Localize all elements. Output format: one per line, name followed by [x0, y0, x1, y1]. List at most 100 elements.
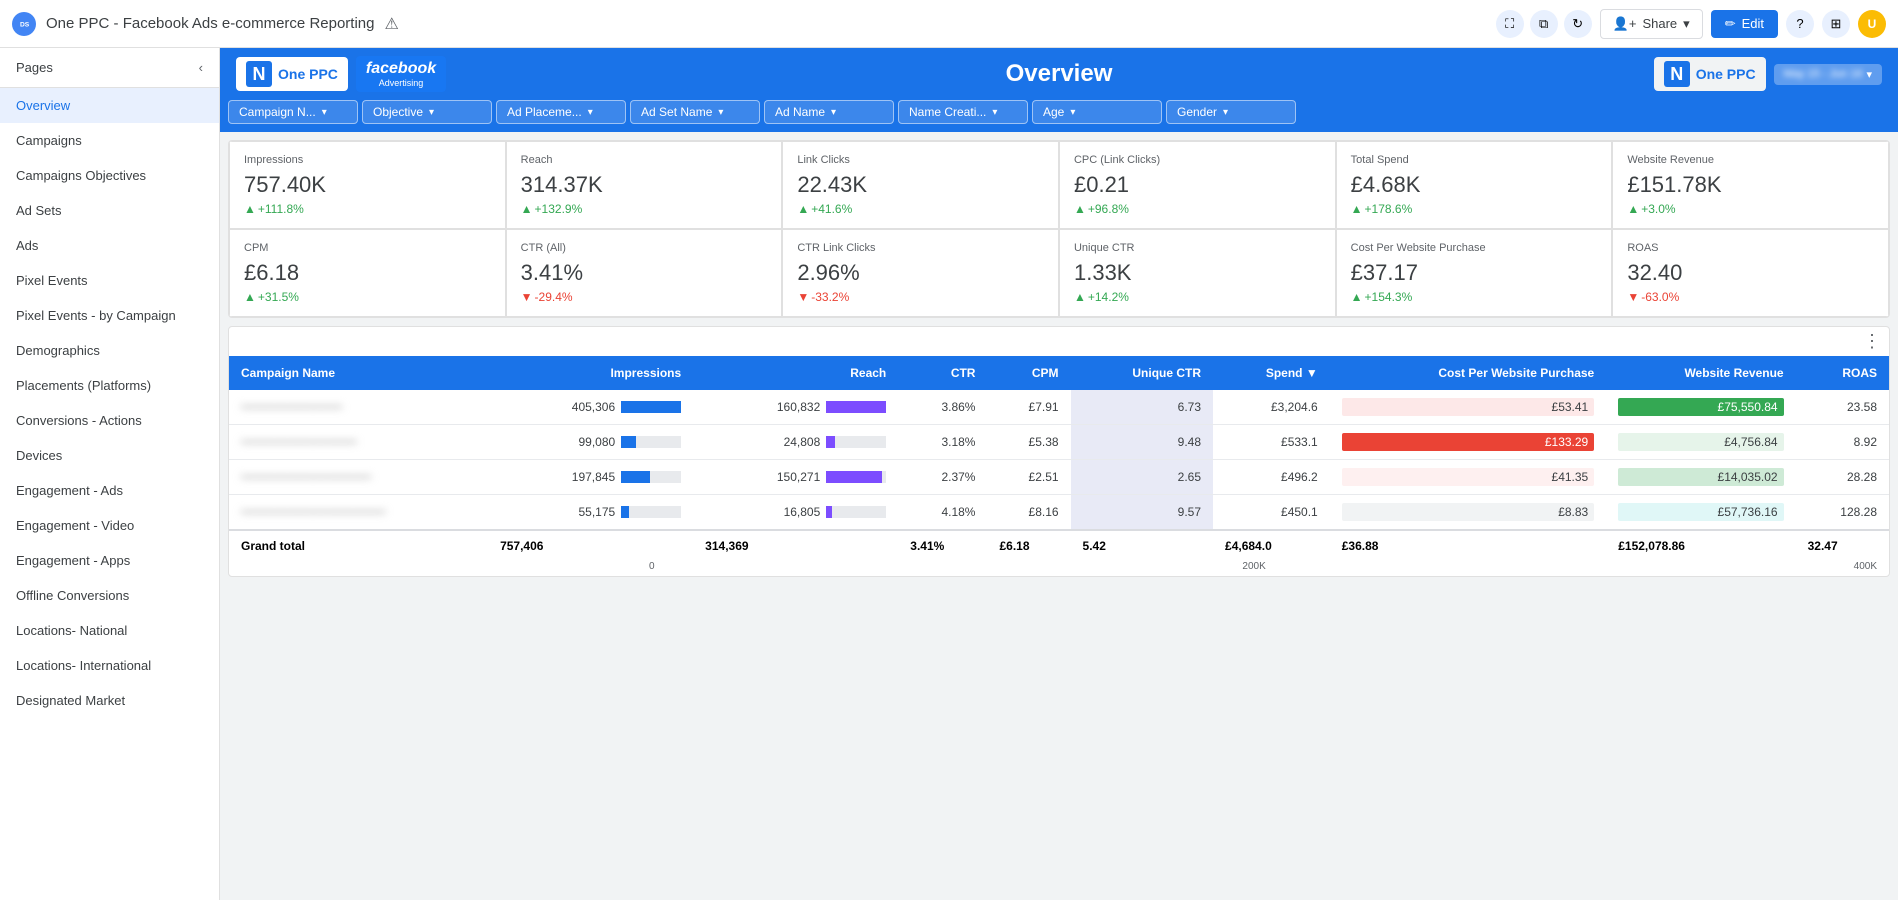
sidebar-item-overview[interactable]: Overview [0, 88, 219, 123]
revenue-cell: £4,756.84 [1606, 425, 1795, 460]
pages-label: Pages [16, 60, 53, 75]
creative-filter[interactable]: Name Creati...▾ [898, 100, 1028, 124]
table-menu-icon[interactable]: ⋮ [1863, 331, 1881, 352]
kpi-label: CPM [244, 242, 491, 254]
impressions-value: 405,306 [572, 400, 615, 414]
th-impressions: Impressions [488, 356, 693, 390]
kpi-arrow: ▼ [521, 290, 533, 304]
kpi-label: Website Revenue [1627, 154, 1874, 166]
kpi-card-roas: ROAS 32.40 ▼ -63.0% [1612, 229, 1889, 317]
sidebar-item-pixel-events---by-campaign[interactable]: Pixel Events - by Campaign [0, 298, 219, 333]
reach-value: 16,805 [784, 505, 821, 519]
cost-value: £53.41 [1342, 398, 1595, 416]
kpi-change: ▲ +14.2% [1074, 290, 1321, 304]
gender-filter[interactable]: Gender▾ [1166, 100, 1296, 124]
kpi-value: 314.37K [521, 172, 768, 198]
grid-icon[interactable]: ⊞ [1822, 10, 1850, 38]
reach-bar-fill [826, 436, 835, 448]
sidebar-item-placements-platforms[interactable]: Placements (Platforms) [0, 368, 219, 403]
reach-bar [826, 506, 886, 518]
sidebar-item-locations--international[interactable]: Locations- International [0, 648, 219, 683]
ctr-cell: 3.18% [898, 425, 987, 460]
kpi-value: 2.96% [797, 260, 1044, 286]
sidebar-item-campaigns-objectives[interactable]: Campaigns Objectives [0, 158, 219, 193]
kpi-change-text: +3.0% [1641, 202, 1675, 216]
cost-cell: £41.35 [1330, 460, 1607, 495]
impressions-cell: 197,845 [488, 460, 693, 495]
kpi-value: 32.40 [1627, 260, 1874, 286]
filter-arrow: ▾ [1223, 107, 1228, 118]
spend-cell: £450.1 [1213, 495, 1330, 531]
sidebar-item-demographics[interactable]: Demographics [0, 333, 219, 368]
share-button[interactable]: 👤+ Share ▾ [1600, 9, 1703, 39]
filter-label: Objective [373, 105, 423, 119]
impressions-cell: 405,306 [488, 390, 693, 425]
kpi-card-cpm: CPM £6.18 ▲ +31.5% [229, 229, 506, 317]
sidebar-item-campaigns[interactable]: Campaigns [0, 123, 219, 158]
filter-label: Ad Set Name [641, 105, 712, 119]
kpi-change: ▼ -33.2% [797, 290, 1044, 304]
kpi-arrow: ▲ [1627, 202, 1639, 216]
sidebar-item-pixel-events[interactable]: Pixel Events [0, 263, 219, 298]
copy-icon[interactable]: ⧉ [1530, 10, 1558, 38]
kpi-change: ▲ +31.5% [244, 290, 491, 304]
grand-total-spend: £4,684.0 [1213, 530, 1330, 561]
date-blurred: May 15 - Jun 16 [1784, 68, 1863, 80]
placement-filter[interactable]: Ad Placeme...▾ [496, 100, 626, 124]
th-unique-ctr: Unique CTR [1071, 356, 1213, 390]
kpi-card-impressions: Impressions 757.40K ▲ +111.8% [229, 141, 506, 229]
grand-total-ctr: 3.41% [898, 530, 987, 561]
help-icon[interactable]: ? [1786, 10, 1814, 38]
impressions-bar-fill [621, 436, 635, 448]
impressions-bar-fill [621, 506, 629, 518]
roas-cell: 128.28 [1796, 495, 1889, 531]
kpi-change-text: +154.3% [1365, 290, 1413, 304]
impressions-bar-fill [621, 401, 681, 413]
sidebar-item-designated-market[interactable]: Designated Market [0, 683, 219, 718]
refresh-icon[interactable]: ↻ [1564, 10, 1592, 38]
share-icon: 👤+ [1613, 16, 1637, 32]
reach-value: 160,832 [777, 400, 820, 414]
kpi-label: Unique CTR [1074, 242, 1321, 254]
sidebar-item-engagement---video[interactable]: Engagement - Video [0, 508, 219, 543]
sidebar-item-devices[interactable]: Devices [0, 438, 219, 473]
date-range-button[interactable]: May 15 - Jun 16 ▾ [1774, 64, 1882, 85]
filter-bar: Campaign N...▾Objective▾Ad Placeme...▾Ad… [220, 100, 1898, 132]
kpi-change: ▲ +111.8% [244, 202, 491, 216]
sidebar-collapse-icon[interactable]: ‹ [199, 60, 203, 75]
grand-total-revenue: £152,078.86 [1606, 530, 1795, 561]
table-row: ━━━━━━━━━━━━━━━━━━ 197,845 150,271 2.37%… [229, 460, 1889, 495]
sidebar-item-offline-conversions[interactable]: Offline Conversions [0, 578, 219, 613]
avatar[interactable]: U [1858, 10, 1886, 38]
adset-filter[interactable]: Ad Set Name▾ [630, 100, 760, 124]
objective-filter[interactable]: Objective▾ [362, 100, 492, 124]
kpi-label: ROAS [1627, 242, 1874, 254]
kpi-value: 757.40K [244, 172, 491, 198]
impressions-cell: 55,175 [488, 495, 693, 531]
campaign-filter[interactable]: Campaign N...▾ [228, 100, 358, 124]
sidebar-item-ads[interactable]: Ads [0, 228, 219, 263]
table-options: ⋮ [229, 327, 1889, 356]
th-ctr: CTR [898, 356, 987, 390]
sidebar-item-locations--national[interactable]: Locations- National [0, 613, 219, 648]
filter-label: Name Creati... [909, 105, 986, 119]
kpi-arrow: ▼ [797, 290, 809, 304]
kpi-change: ▲ +132.9% [521, 202, 768, 216]
kpi-label: CTR Link Clicks [797, 242, 1044, 254]
age-filter[interactable]: Age▾ [1032, 100, 1162, 124]
axis-labels: 0 200K 400K [229, 561, 1889, 576]
svg-text:DS: DS [20, 21, 30, 28]
sidebar-item-engagement---apps[interactable]: Engagement - Apps [0, 543, 219, 578]
adname-filter[interactable]: Ad Name▾ [764, 100, 894, 124]
impressions-bar [621, 436, 681, 448]
edit-button[interactable]: ✏ Edit [1711, 10, 1778, 38]
unique-ctr-cell: 2.65 [1071, 460, 1213, 495]
sidebar-item-ad-sets[interactable]: Ad Sets [0, 193, 219, 228]
filter-arrow: ▾ [322, 107, 327, 118]
cost-cell: £8.83 [1330, 495, 1607, 531]
grand-total-cost: £36.88 [1330, 530, 1607, 561]
sidebar-item-engagement---ads[interactable]: Engagement - Ads [0, 473, 219, 508]
sidebar-item-conversions---actions[interactable]: Conversions - Actions [0, 403, 219, 438]
cpm-cell: £8.16 [987, 495, 1070, 531]
fullscreen-icon[interactable]: ⛶ [1496, 10, 1524, 38]
